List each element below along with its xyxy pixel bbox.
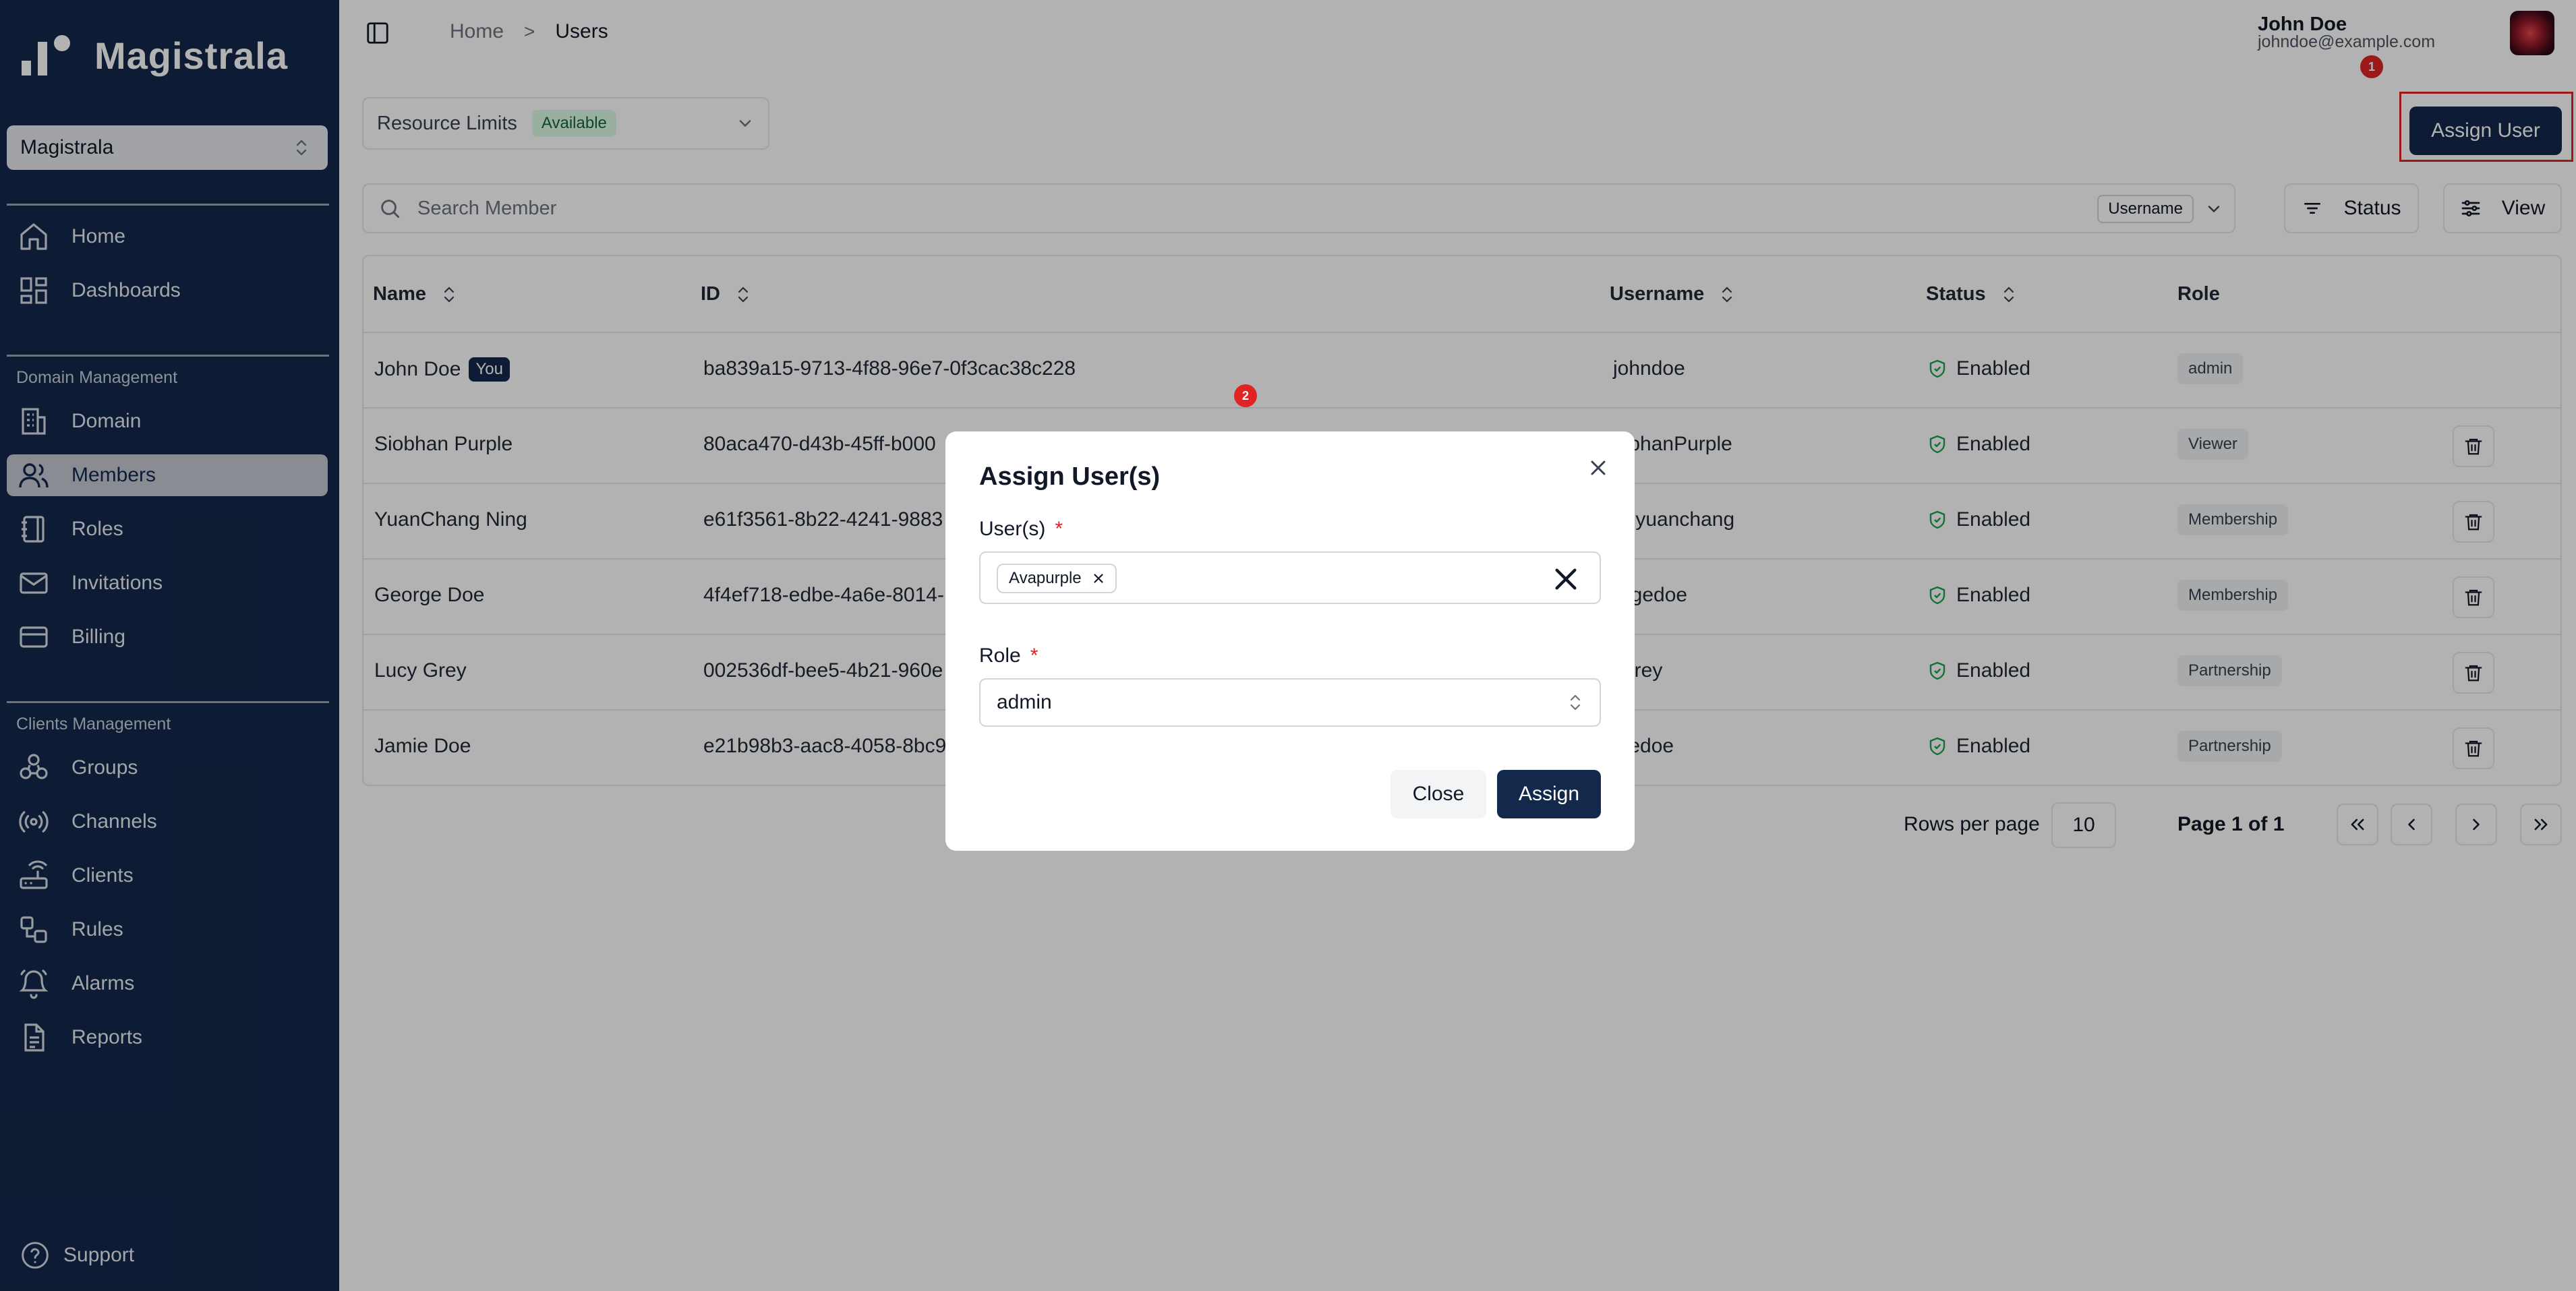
assign-users-dialog: Assign User(s) User(s) * Avapurple Role * … — [945, 431, 1635, 851]
dialog-title: Assign User(s) — [979, 462, 1161, 491]
required-asterisk: * — [1030, 644, 1038, 667]
role-field-label: Role * — [979, 644, 1038, 667]
close-button[interactable]: Close — [1391, 770, 1486, 818]
marker-badge: 2 — [1234, 384, 1257, 407]
required-asterisk: * — [1055, 518, 1063, 540]
chevrons-up-down-icon — [1570, 694, 1581, 711]
clear-selection-icon[interactable] — [1552, 566, 1579, 593]
selected-user-chip: Avapurple — [997, 564, 1117, 593]
remove-chip-icon[interactable] — [1091, 571, 1106, 586]
assign-button[interactable]: Assign — [1497, 770, 1601, 818]
chip-label: Avapurple — [1009, 569, 1082, 587]
users-label-text: User(s) — [979, 518, 1046, 540]
users-multiselect-input[interactable]: Avapurple — [979, 551, 1601, 604]
role-select-value: admin — [997, 691, 1052, 713]
role-label-text: Role — [979, 644, 1021, 667]
role-select[interactable]: admin — [979, 678, 1601, 727]
close-icon[interactable] — [1586, 456, 1610, 480]
users-field-label: User(s) * — [979, 518, 1063, 541]
